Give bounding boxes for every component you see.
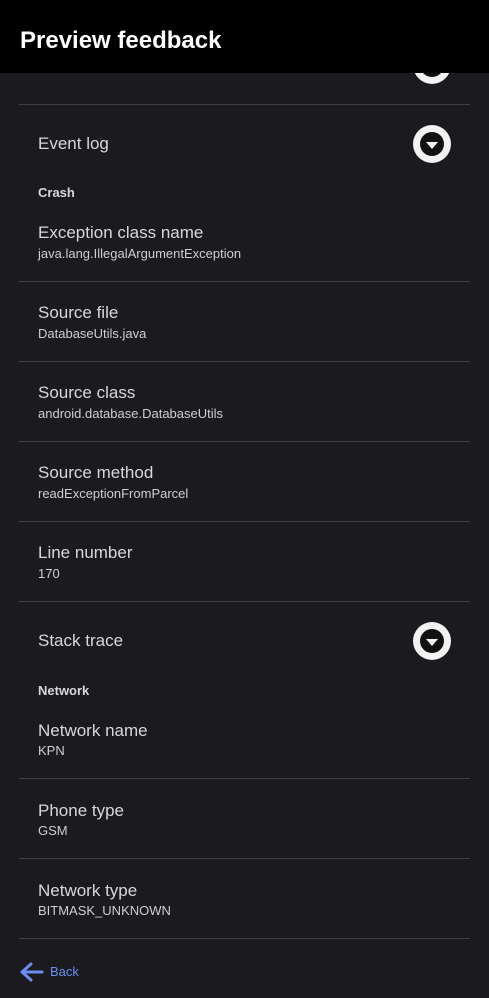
crash-section-header: Crash xyxy=(38,185,75,200)
source-class-title: Source class xyxy=(38,383,136,402)
source-file-title: Source file xyxy=(38,303,119,322)
divider xyxy=(19,601,470,602)
back-label: Back xyxy=(50,964,79,979)
line-number-title: Line number xyxy=(38,543,133,562)
divider xyxy=(19,361,470,362)
source-method-title: Source method xyxy=(38,463,154,482)
source-file-value: DatabaseUtils.java xyxy=(38,326,147,341)
divider xyxy=(19,778,470,779)
phone-type-value: GSM xyxy=(38,823,68,838)
divider xyxy=(19,858,470,859)
network-name-title: Network name xyxy=(38,721,148,740)
app-header: Preview feedback xyxy=(0,0,489,73)
divider xyxy=(19,281,470,282)
divider xyxy=(19,521,470,522)
arrow-left-icon xyxy=(20,962,44,982)
divider xyxy=(19,441,470,442)
chevron-down-icon xyxy=(420,132,444,156)
source-method-value: readExceptionFromParcel xyxy=(38,486,189,501)
network-type-title: Network type xyxy=(38,881,138,900)
network-type-value: BITMASK_UNKNOWN xyxy=(38,903,171,918)
event-log-expand-button[interactable] xyxy=(413,125,451,163)
source-class-value: android.database.DatabaseUtils xyxy=(38,406,224,421)
line-number-value: 170 xyxy=(38,566,60,581)
app-screen: Event log Crash Exception class name jav… xyxy=(0,0,489,998)
phone-type-title: Phone type xyxy=(38,801,125,820)
exception-class-name-title: Exception class name xyxy=(38,223,204,242)
network-section-header: Network xyxy=(38,683,90,698)
back-button[interactable]: Back xyxy=(18,958,79,986)
divider xyxy=(19,938,470,939)
network-name-value: KPN xyxy=(38,743,65,758)
stack-trace-expand-button[interactable] xyxy=(413,622,451,660)
stack-trace-label[interactable]: Stack trace xyxy=(38,630,123,652)
page-title: Preview feedback xyxy=(20,27,222,54)
feedback-content[interactable]: Event log Crash Exception class name jav… xyxy=(0,0,489,998)
chevron-down-icon xyxy=(420,629,444,653)
event-log-label[interactable]: Event log xyxy=(38,133,109,155)
exception-class-name-value: java.lang.IllegalArgumentException xyxy=(38,246,242,261)
divider xyxy=(19,104,470,105)
